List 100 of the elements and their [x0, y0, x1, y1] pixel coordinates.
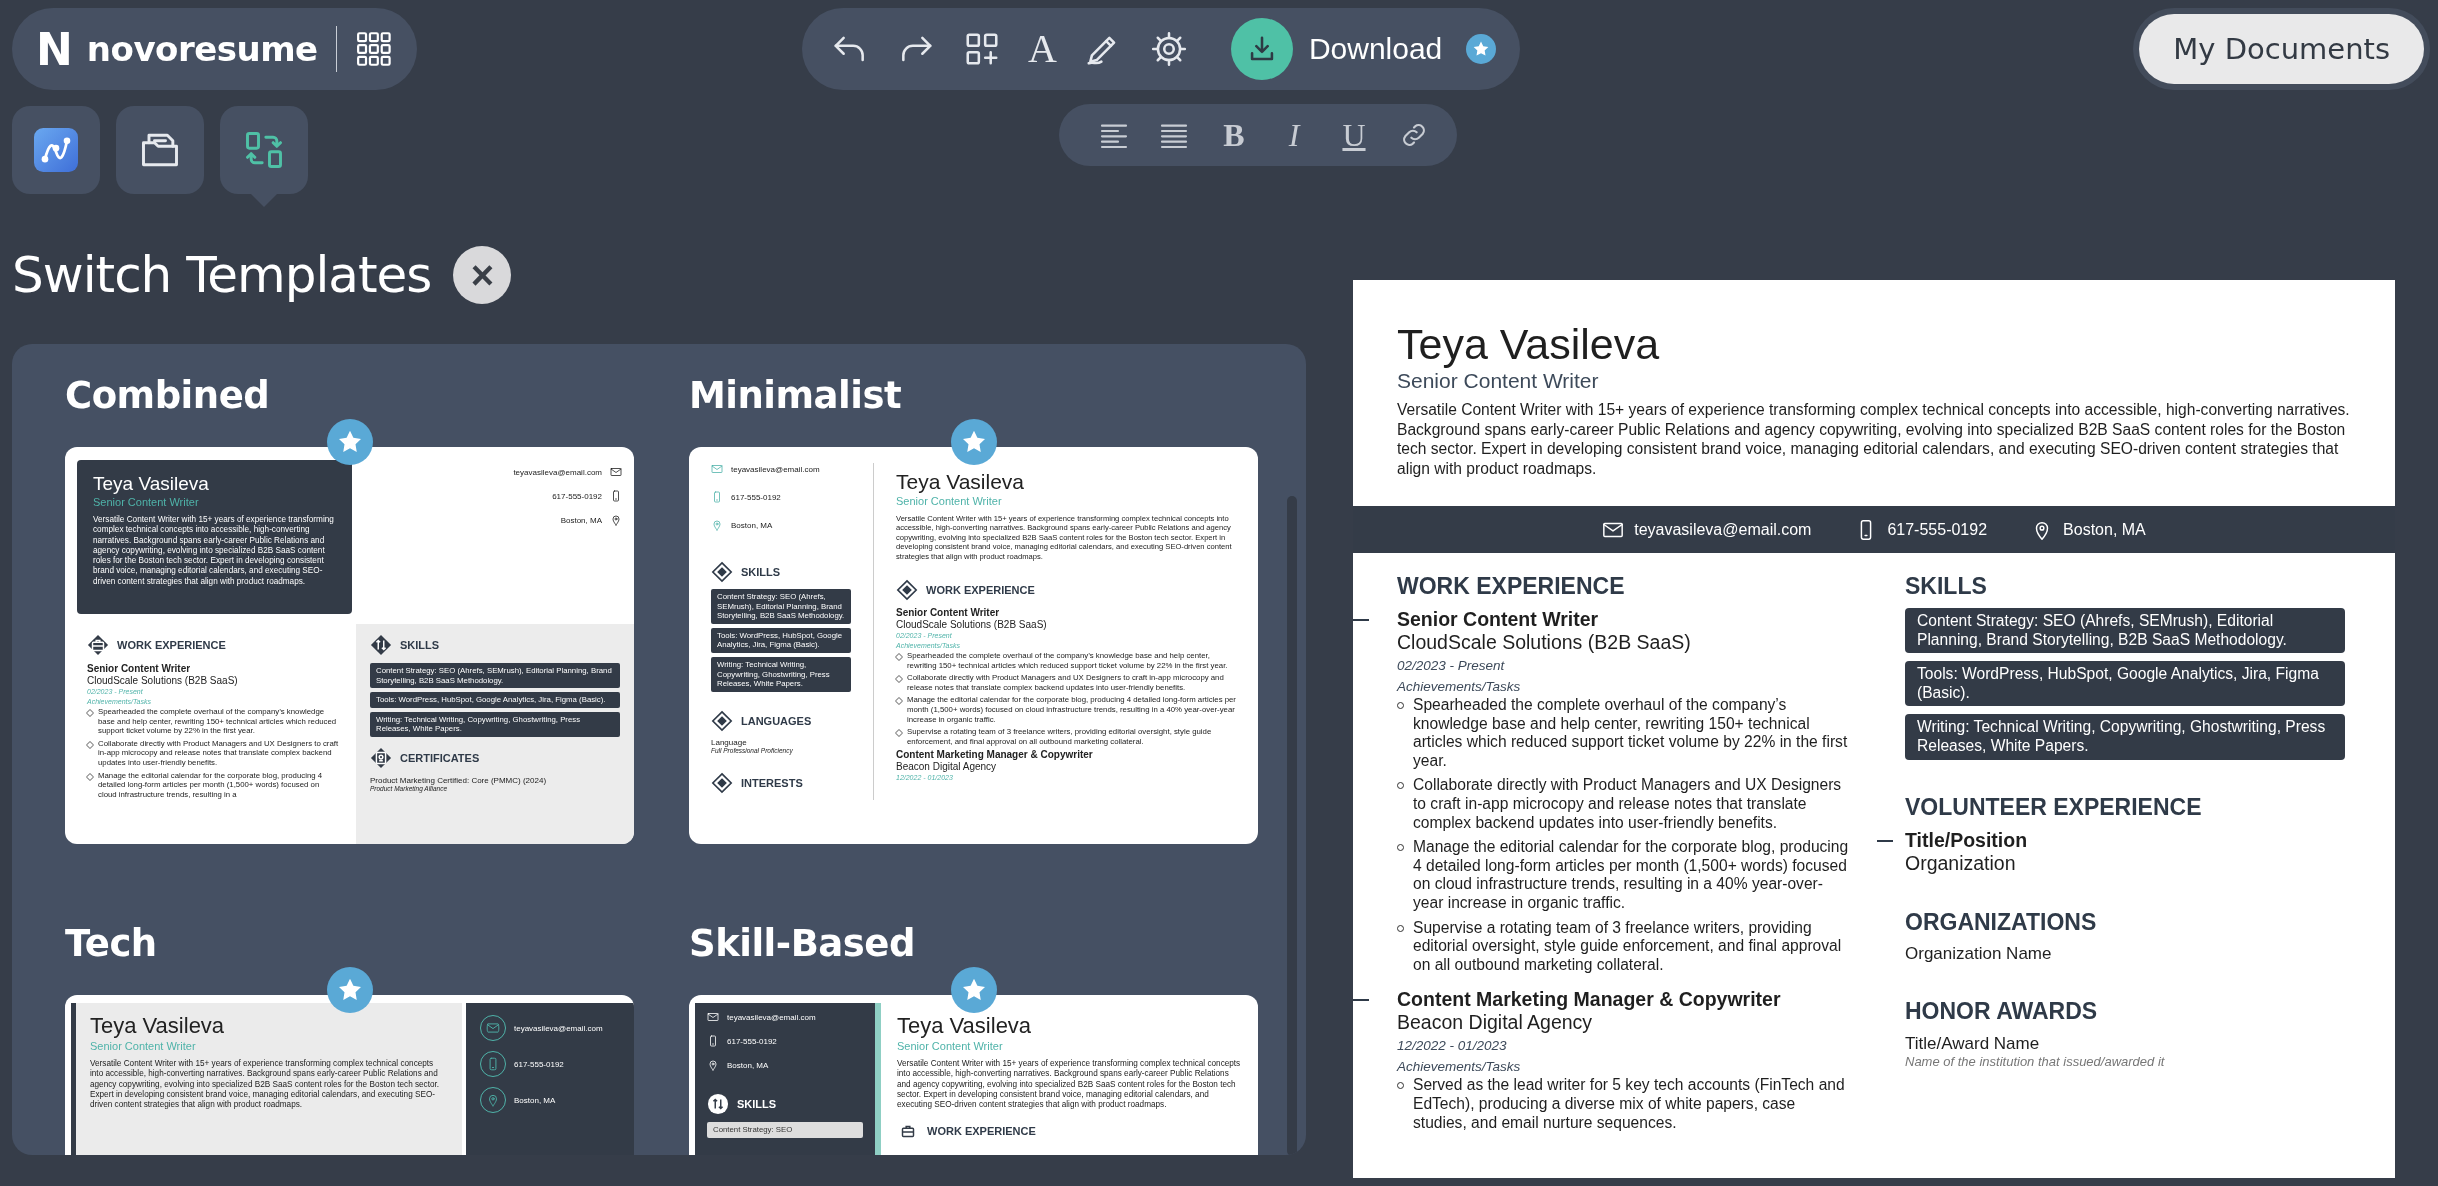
contact-text: teyavasileva@email.com — [731, 464, 820, 474]
template-thumbnail[interactable] — [689, 447, 1258, 844]
envelope-icon — [707, 1011, 719, 1023]
section-heading: WORK EXPERIENCE — [926, 584, 1035, 597]
company-name: CloudScale Solutions (B2B SaaS) — [896, 619, 1048, 632]
resume-summary: Versatile Content Writer with 15+ years of experience transforming complex technical concepts into accessible, high-converting narratives. Background spans early-career Public Relations and agency copywriting, evolving into specialized B2B SaaS content roles for the Boston tech sector. Expert in developing consistent brand voice, managing editorial calendars, and executing SEO-driven content strategies that align with product roadmaps. — [93, 515, 335, 588]
organization-name: Organization — [1905, 851, 2017, 875]
side-tool-button[interactable] — [116, 106, 204, 194]
company-name: Beacon Digital Agency — [1397, 1011, 1594, 1035]
company-name: Beacon Digital Agency — [896, 761, 998, 774]
side-tool-button[interactable] — [12, 106, 100, 194]
star-badge-icon — [951, 419, 997, 465]
font-button[interactable]: A — [1028, 29, 1057, 69]
template-name: Skill-Based — [689, 922, 916, 965]
format-button[interactable]: U — [1337, 118, 1371, 152]
contact-text: Boston, MA — [560, 515, 602, 525]
contact-text: teyavasileva@email.com — [513, 467, 602, 477]
company-name: CloudScale Solutions (B2B SaaS) — [1397, 631, 1692, 654]
resume-job-title: Senior Content Writer — [897, 1039, 1004, 1053]
contact-text: teyavasileva@email.com — [514, 1023, 603, 1033]
map-pin-icon — [707, 1059, 719, 1071]
contact-text: 617-555-0192 — [514, 1059, 564, 1069]
section-label: Achievements/Tasks — [1397, 1058, 1522, 1077]
logo[interactable]: N novoresume — [12, 8, 417, 90]
contact-text: Boston, MA — [2063, 520, 2146, 539]
organization-name: Organization Name — [1905, 943, 2053, 964]
contact-text: Boston, MA — [727, 1060, 769, 1070]
position-title: Title/Position — [1905, 828, 2029, 852]
resume-name: Teya Vasileva — [93, 472, 210, 495]
skill-tag: Writing: Technical Writing, Copywriting, Ghostwriting, Press Releases, White Papers. — [1905, 714, 2345, 760]
briefcase-icon — [87, 634, 109, 656]
resume-job-title: Senior Content Writer — [93, 495, 200, 509]
resume-job-title: Senior Content Writer — [90, 1039, 197, 1053]
star-badge-icon — [951, 967, 997, 1013]
close-button[interactable]: × — [453, 246, 512, 304]
section-heading: VOLUNTEER EXPERIENCE — [1905, 793, 2202, 820]
job-title: Content Marketing Manager & Copywriter — [896, 749, 1094, 762]
map-pin-icon — [711, 519, 723, 531]
job-title: Senior Content Writer — [1397, 608, 1600, 631]
bullet-text: Supervise a rotating team of 3 freelance writers, providing editorial oversight, style guide enforcement, and final approval on all outbound marketing collateral. — [1413, 918, 1843, 975]
phone-icon — [707, 1035, 719, 1047]
bullet-text: Served as the lead writer for 5 key tech accounts (FinTech and EdTech), producing a diverse mix of white papers, case studies, and email nurture sequences. — [1413, 1076, 1846, 1133]
side-tool-button[interactable] — [220, 106, 308, 194]
job-title: Senior Content Writer — [87, 663, 192, 675]
template-name: Minimalist — [689, 374, 903, 417]
star-badge-icon — [1466, 34, 1497, 64]
format-button[interactable]: B — [1217, 118, 1251, 152]
logo-mark: N — [36, 23, 73, 75]
tools-icon — [707, 1093, 729, 1115]
resume-name: Teya Vasileva — [1397, 320, 1661, 368]
section-heading: CERTIFICATES — [400, 751, 480, 764]
format-button[interactable]: I — [1277, 118, 1311, 152]
phone-icon — [711, 491, 723, 503]
envelope-icon — [610, 466, 622, 478]
company-name: CloudScale Solutions (B2B SaaS) — [87, 675, 239, 687]
download-button[interactable]: Download — [1230, 18, 1497, 80]
section-heading: SKILLS — [1905, 573, 1987, 599]
contact-text: 617-555-0192 — [1887, 520, 1988, 539]
diamond-icon — [711, 771, 733, 794]
add-section-icon — [963, 30, 1001, 68]
section-heading: WORK EXPERIENCE — [927, 1125, 1036, 1138]
job-title: Content Marketing Manager & Copywriter — [1397, 988, 1782, 1012]
logo-wordmark: novoresume — [86, 29, 318, 69]
date-range: 12/2022 - 01/2023 — [1397, 1037, 1508, 1056]
job-title: Senior Content Writer — [896, 607, 1001, 620]
date-range: 02/2023 - Present — [1397, 657, 1506, 675]
section-heading: WORK EXPERIENCE — [1397, 573, 1625, 599]
pointer-tail — [250, 193, 278, 207]
contact-text: 617-555-0192 — [727, 1036, 777, 1046]
contact-text: teyavasileva@email.com — [727, 1012, 816, 1022]
star-badge-icon — [327, 419, 373, 465]
contact-text: 617-555-0192 — [731, 492, 781, 502]
bullet-text: Collaborate directly with Product Managers and UX Designers to craft in-app microcopy and release notes that translate complex backend updates into user-friendly benefits. — [1413, 776, 1843, 833]
resume-summary: Versatile Content Writer with 15+ years of experience transforming complex technical concepts into accessible, high-converting narratives. Background spans early-career Public Relations and agency copywriting, evolving into specialized B2B SaaS content roles for the Boston tech sector. Expert in developing consistent brand voice, managing editorial calendars, and executing SEO-driven content strategies that align with product roadmaps. — [897, 1059, 1242, 1111]
skill-tag: Tools: WordPress, HubSpot, Google Analytics, Jira, Figma (Basic). — [1905, 661, 2345, 707]
section-heading: INTERESTS — [741, 776, 803, 789]
star-badge-icon — [327, 967, 373, 1013]
section-heading: HONOR AWARDS — [1905, 997, 2098, 1024]
envelope-icon — [711, 463, 723, 475]
resume-summary: Versatile Content Writer with 15+ years of experience transforming complex technical concepts into accessible, high-converting narratives. Background spans early-career Public Relations and agency copywriting, evolving into specialized B2B SaaS content roles for the Boston tech sector. Expert in developing consistent brand voice, managing editorial calendars, and executing SEO-driven content strategies that align with product roadmaps. — [90, 1059, 441, 1111]
diamond-icon — [711, 561, 733, 583]
issuer-name: Name of the institution that issued/awarded it — [1905, 1053, 2166, 1069]
resume-name: Teya Vasileva — [896, 469, 1025, 494]
bullet-text: Spearheaded the complete overhaul of the company’s knowledge base and help center, rewriting 150+ technical articles which reduced support ticket volume by 22% in the first year. — [1413, 696, 1849, 771]
language-name: Language — [711, 737, 748, 747]
template-thumbnail[interactable] — [65, 447, 634, 844]
settings-icon — [1149, 30, 1188, 68]
resume-name: Teya Vasileva — [897, 1013, 1033, 1039]
section-heading: SKILLS — [400, 639, 440, 651]
panel-title: Switch Templates — [12, 246, 432, 304]
template-name: Combined — [65, 374, 271, 417]
resume-job-title: Senior Content Writer — [1397, 368, 1600, 394]
scrollbar[interactable] — [1287, 496, 1297, 1155]
my-documents-button[interactable]: My Documents — [2139, 14, 2424, 84]
skill-tag: Content Strategy: SEO (Ahrefs, SEMrush), Editorial Planning, Brand Storytelling, B2B SaaS Methodology. — [1905, 608, 2345, 654]
contact-text: teyavasileva@email.com — [1634, 520, 1812, 539]
award-name: Product Marketing Certified: Core (PMMC) (2024) — [370, 775, 548, 785]
section-heading: SKILLS — [737, 1098, 777, 1110]
section-heading: SKILLS — [741, 566, 781, 578]
diamond-icon — [896, 579, 918, 602]
